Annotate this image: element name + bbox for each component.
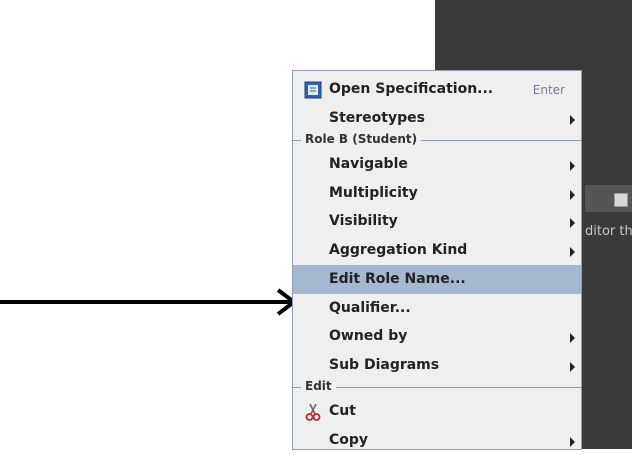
section-divider — [293, 387, 581, 388]
menu-item-edit-role-name[interactable]: Edit Role Name... — [293, 265, 581, 294]
menu-item-label: Open Specification... — [329, 81, 494, 97]
menu-item-label: Sub Diagrams — [329, 357, 440, 373]
context-menu: Open Specification... Enter Stereotypes … — [292, 70, 582, 450]
scissors-icon — [305, 403, 321, 421]
menu-item-copy[interactable]: Copy — [293, 426, 581, 455]
menu-item-label: Qualifier... — [329, 300, 411, 316]
menu-item-label: Cut — [329, 403, 356, 419]
submenu-arrow-icon — [570, 161, 575, 171]
submenu-arrow-icon — [570, 115, 575, 125]
menu-item-open-specification[interactable]: Open Specification... Enter — [293, 75, 581, 104]
shortcut-hint: Enter — [532, 83, 565, 97]
specification-icon — [304, 81, 322, 99]
menu-item-cut[interactable]: Cut — [293, 397, 581, 426]
menu-item-stereotypes[interactable]: Stereotypes — [293, 104, 581, 133]
menu-item-label: Multiplicity — [329, 185, 418, 201]
menu-item-sub-diagrams[interactable]: Sub Diagrams — [293, 351, 581, 380]
toolbar-strip — [585, 185, 632, 212]
section-edit: Edit — [293, 379, 581, 395]
menu-item-label: Edit Role Name... — [329, 271, 466, 287]
menu-item-owned-by[interactable]: Owned by — [293, 322, 581, 351]
menu-item-navigable[interactable]: Navigable — [293, 150, 581, 179]
section-role: Role B (Student) — [293, 132, 581, 148]
menu-item-label: Aggregation Kind — [329, 242, 468, 258]
submenu-arrow-icon — [570, 218, 575, 228]
menu-item-label: Owned by — [329, 328, 408, 344]
submenu-arrow-icon — [570, 190, 575, 200]
submenu-arrow-icon — [570, 362, 575, 372]
menu-item-label: Navigable — [329, 156, 408, 172]
menu-item-visibility[interactable]: Visibility — [293, 207, 581, 236]
menu-item-aggregation-kind[interactable]: Aggregation Kind — [293, 236, 581, 265]
menu-item-label: Stereotypes — [329, 110, 425, 126]
section-title: Role B (Student) — [301, 132, 422, 146]
submenu-arrow-icon — [570, 437, 575, 447]
menu-item-multiplicity[interactable]: Multiplicity — [293, 179, 581, 208]
menu-item-qualifier[interactable]: Qualifier... — [293, 294, 581, 323]
submenu-arrow-icon — [570, 333, 575, 343]
menu-item-label: Copy — [329, 432, 369, 448]
submenu-arrow-icon — [570, 247, 575, 257]
menu-item-label: Visibility — [329, 213, 398, 229]
section-title: Edit — [301, 379, 336, 393]
background-text: ditor that — [585, 224, 632, 239]
toolbar-icon[interactable] — [614, 193, 628, 207]
association-line[interactable] — [0, 300, 290, 304]
